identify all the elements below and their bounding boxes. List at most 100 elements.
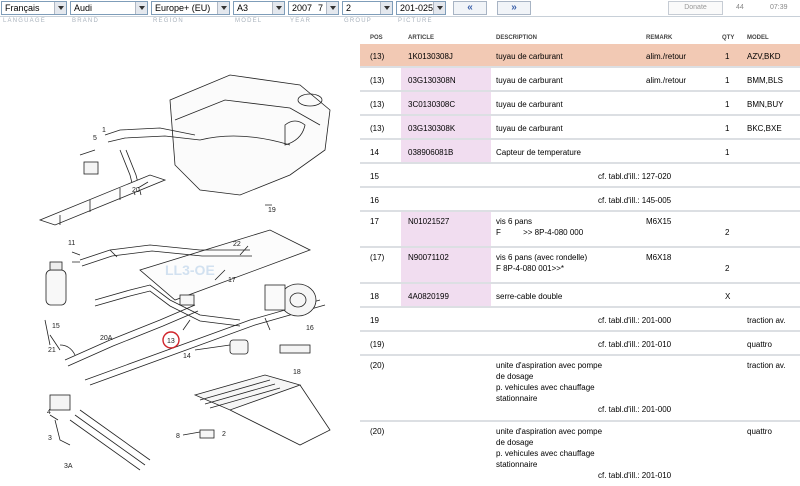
cell-pos: (13)	[370, 52, 385, 61]
cell-description: unite d'aspiration avec pompe	[496, 361, 603, 370]
header-qty: QTY	[722, 35, 735, 41]
diagram-label: 5	[93, 135, 97, 142]
cell-description: cf. tabl.d'ill.: 201-010	[598, 340, 672, 349]
cell-pos: 17	[370, 217, 379, 226]
cell-model: quattro	[747, 427, 772, 436]
donate-button[interactable]: Donate	[668, 1, 723, 15]
cell-model: BMN,BUY	[747, 100, 784, 109]
cell-pos: (17)	[370, 253, 385, 262]
diagram-label: 2	[222, 431, 226, 438]
parts-diagram: LL3-OE 5 1 20 19 11 22 17 16 15 21 20A 1…	[0, 28, 360, 484]
cell-model: traction av.	[747, 316, 786, 325]
cell-description: Capteur de temperature	[496, 148, 581, 157]
chevron-down-icon	[272, 2, 284, 14]
region-value: Europe+ (EU)	[155, 3, 211, 13]
cell-model: traction av.	[747, 361, 786, 370]
cell-pos: 15	[370, 172, 379, 181]
table-row[interactable]: (13) 03G130308N tuyau de carburant alim.…	[360, 68, 800, 92]
table-row[interactable]: 19 cf. tabl.d'ill.: 201-000 traction av.	[360, 308, 800, 332]
cell-description-line3: p. vehicules avec chauffage	[496, 383, 595, 392]
header-description: DESCRIPTION	[496, 35, 538, 41]
cell-pos: 14	[370, 148, 379, 157]
cell-article: 03G130308N	[408, 76, 456, 85]
cell-reference: cf. tabl.d'ill.: 201-000	[598, 405, 672, 414]
cell-article: 038906081B	[408, 148, 454, 157]
cell-remark: M6X18	[646, 253, 672, 262]
picture-value: 201-025	[400, 3, 434, 13]
table-row[interactable]: (13) 3C0130308C tuyau de carburant 1 BMN…	[360, 92, 800, 116]
table-row[interactable]: 18 4A0820199 serre-cable double X	[360, 284, 800, 308]
picture-select[interactable]: 201-025	[396, 1, 446, 15]
brand-select[interactable]: Audi	[70, 1, 148, 15]
table-row[interactable]: (19) cf. tabl.d'ill.: 201-010 quattro	[360, 332, 800, 356]
chevron-down-icon	[326, 2, 338, 14]
diagram-label: 20A	[100, 335, 113, 342]
model-value: A3	[237, 3, 249, 13]
cell-model: quattro	[747, 340, 772, 349]
table-row[interactable]: (13) 1K0130308J tuyau de carburant alim.…	[360, 44, 800, 68]
region-select[interactable]: Europe+ (EU)	[151, 1, 230, 15]
year-suffix: 7	[318, 3, 324, 13]
group-value: 2	[346, 3, 352, 13]
cell-qty: 1	[725, 52, 730, 61]
diagram-label: 3A	[64, 463, 73, 470]
diagram-label: 22	[233, 241, 241, 248]
cell-pos: (19)	[370, 340, 385, 349]
cell-pos: 18	[370, 292, 379, 301]
cell-qty: 2	[725, 228, 730, 237]
clock: 07:39	[770, 4, 788, 11]
selector-labels: LANGUAGE BRAND REGION MODEL YEAR GROUP P…	[0, 17, 800, 27]
next-picture-button[interactable]: »	[497, 1, 531, 15]
table-row[interactable]: 17 N01021527 vis 6 pans F >> 8P-4-080 00…	[360, 212, 800, 248]
parts-table: POS ARTICLE DESCRIPTION REMARK QTY MODEL…	[360, 33, 800, 484]
chevron-down-icon	[380, 2, 392, 14]
table-row[interactable]: (20) unite d'aspiration avec pompe de do…	[360, 356, 800, 422]
cell-pos: (13)	[370, 76, 385, 85]
watermark: LL3-OE	[165, 262, 215, 278]
model-select[interactable]: A3	[233, 1, 285, 15]
cell-description-line2: F 8P-4-080 001>>*	[496, 264, 565, 273]
diagram-label: 21	[48, 347, 56, 354]
cell-reference: cf. tabl.d'ill.: 201-010	[598, 471, 672, 480]
cell-description: tuyau de carburant	[496, 100, 563, 109]
diagram-label: 17	[228, 277, 236, 284]
cell-description: serre-cable double	[496, 292, 563, 301]
cell-description: unite d'aspiration avec pompe	[496, 427, 603, 436]
cell-qty: 1	[725, 100, 730, 109]
diagram-label: 11	[68, 240, 75, 247]
label-model: MODEL	[235, 18, 263, 24]
cell-article: 4A0820199	[408, 292, 449, 301]
group-select[interactable]: 2	[342, 1, 393, 15]
cell-pos: 19	[370, 316, 379, 325]
cell-description-line2: F >> 8P-4-080 000	[496, 228, 584, 237]
cell-description: cf. tabl.d'ill.: 145-005	[598, 196, 672, 205]
year-value: 2007	[292, 3, 313, 13]
table-row[interactable]: (20) unite d'aspiration avec pompe de do…	[360, 422, 800, 484]
diagram-label: 19	[268, 207, 276, 214]
table-row[interactable]: 14 038906081B Capteur de temperature 1	[360, 140, 800, 164]
cell-pos: (13)	[370, 124, 385, 133]
chevron-down-icon	[54, 2, 66, 14]
cell-description-line4: stationnaire	[496, 394, 538, 403]
diagram-label: 18	[293, 369, 301, 376]
cell-remark: M6X15	[646, 217, 672, 226]
table-row[interactable]: 15 cf. tabl.d'ill.: 127-020	[360, 164, 800, 188]
diagram-label: 4	[47, 409, 51, 416]
parts-diagram-drawing: LL3-OE 5 1 20 19 11 22 17 16 15 21 20A 1…	[38, 74, 331, 471]
prev-picture-button[interactable]: «	[453, 1, 487, 15]
cell-description: tuyau de carburant	[496, 124, 563, 133]
counter: 44	[736, 4, 744, 11]
toolbar: Français Audi Europe+ (EU) A3 2007 7 2 2…	[0, 0, 800, 17]
chevron-down-icon	[135, 2, 147, 14]
table-row[interactable]: 16 cf. tabl.d'ill.: 145-005	[360, 188, 800, 212]
cell-article: 03G130308K	[408, 124, 456, 133]
diagram-label: 3	[48, 435, 52, 442]
year-select[interactable]: 2007 7	[288, 1, 339, 15]
table-row[interactable]: (17) N90071102 vis 6 pans (avec rondelle…	[360, 248, 800, 284]
cell-model: AZV,BKD	[747, 52, 781, 61]
label-language: LANGUAGE	[3, 18, 46, 24]
language-select[interactable]: Français	[1, 1, 67, 15]
cell-remark: alim./retour	[646, 76, 687, 85]
cell-article: N90071102	[408, 253, 449, 262]
table-row[interactable]: (13) 03G130308K tuyau de carburant 1 BKC…	[360, 116, 800, 140]
